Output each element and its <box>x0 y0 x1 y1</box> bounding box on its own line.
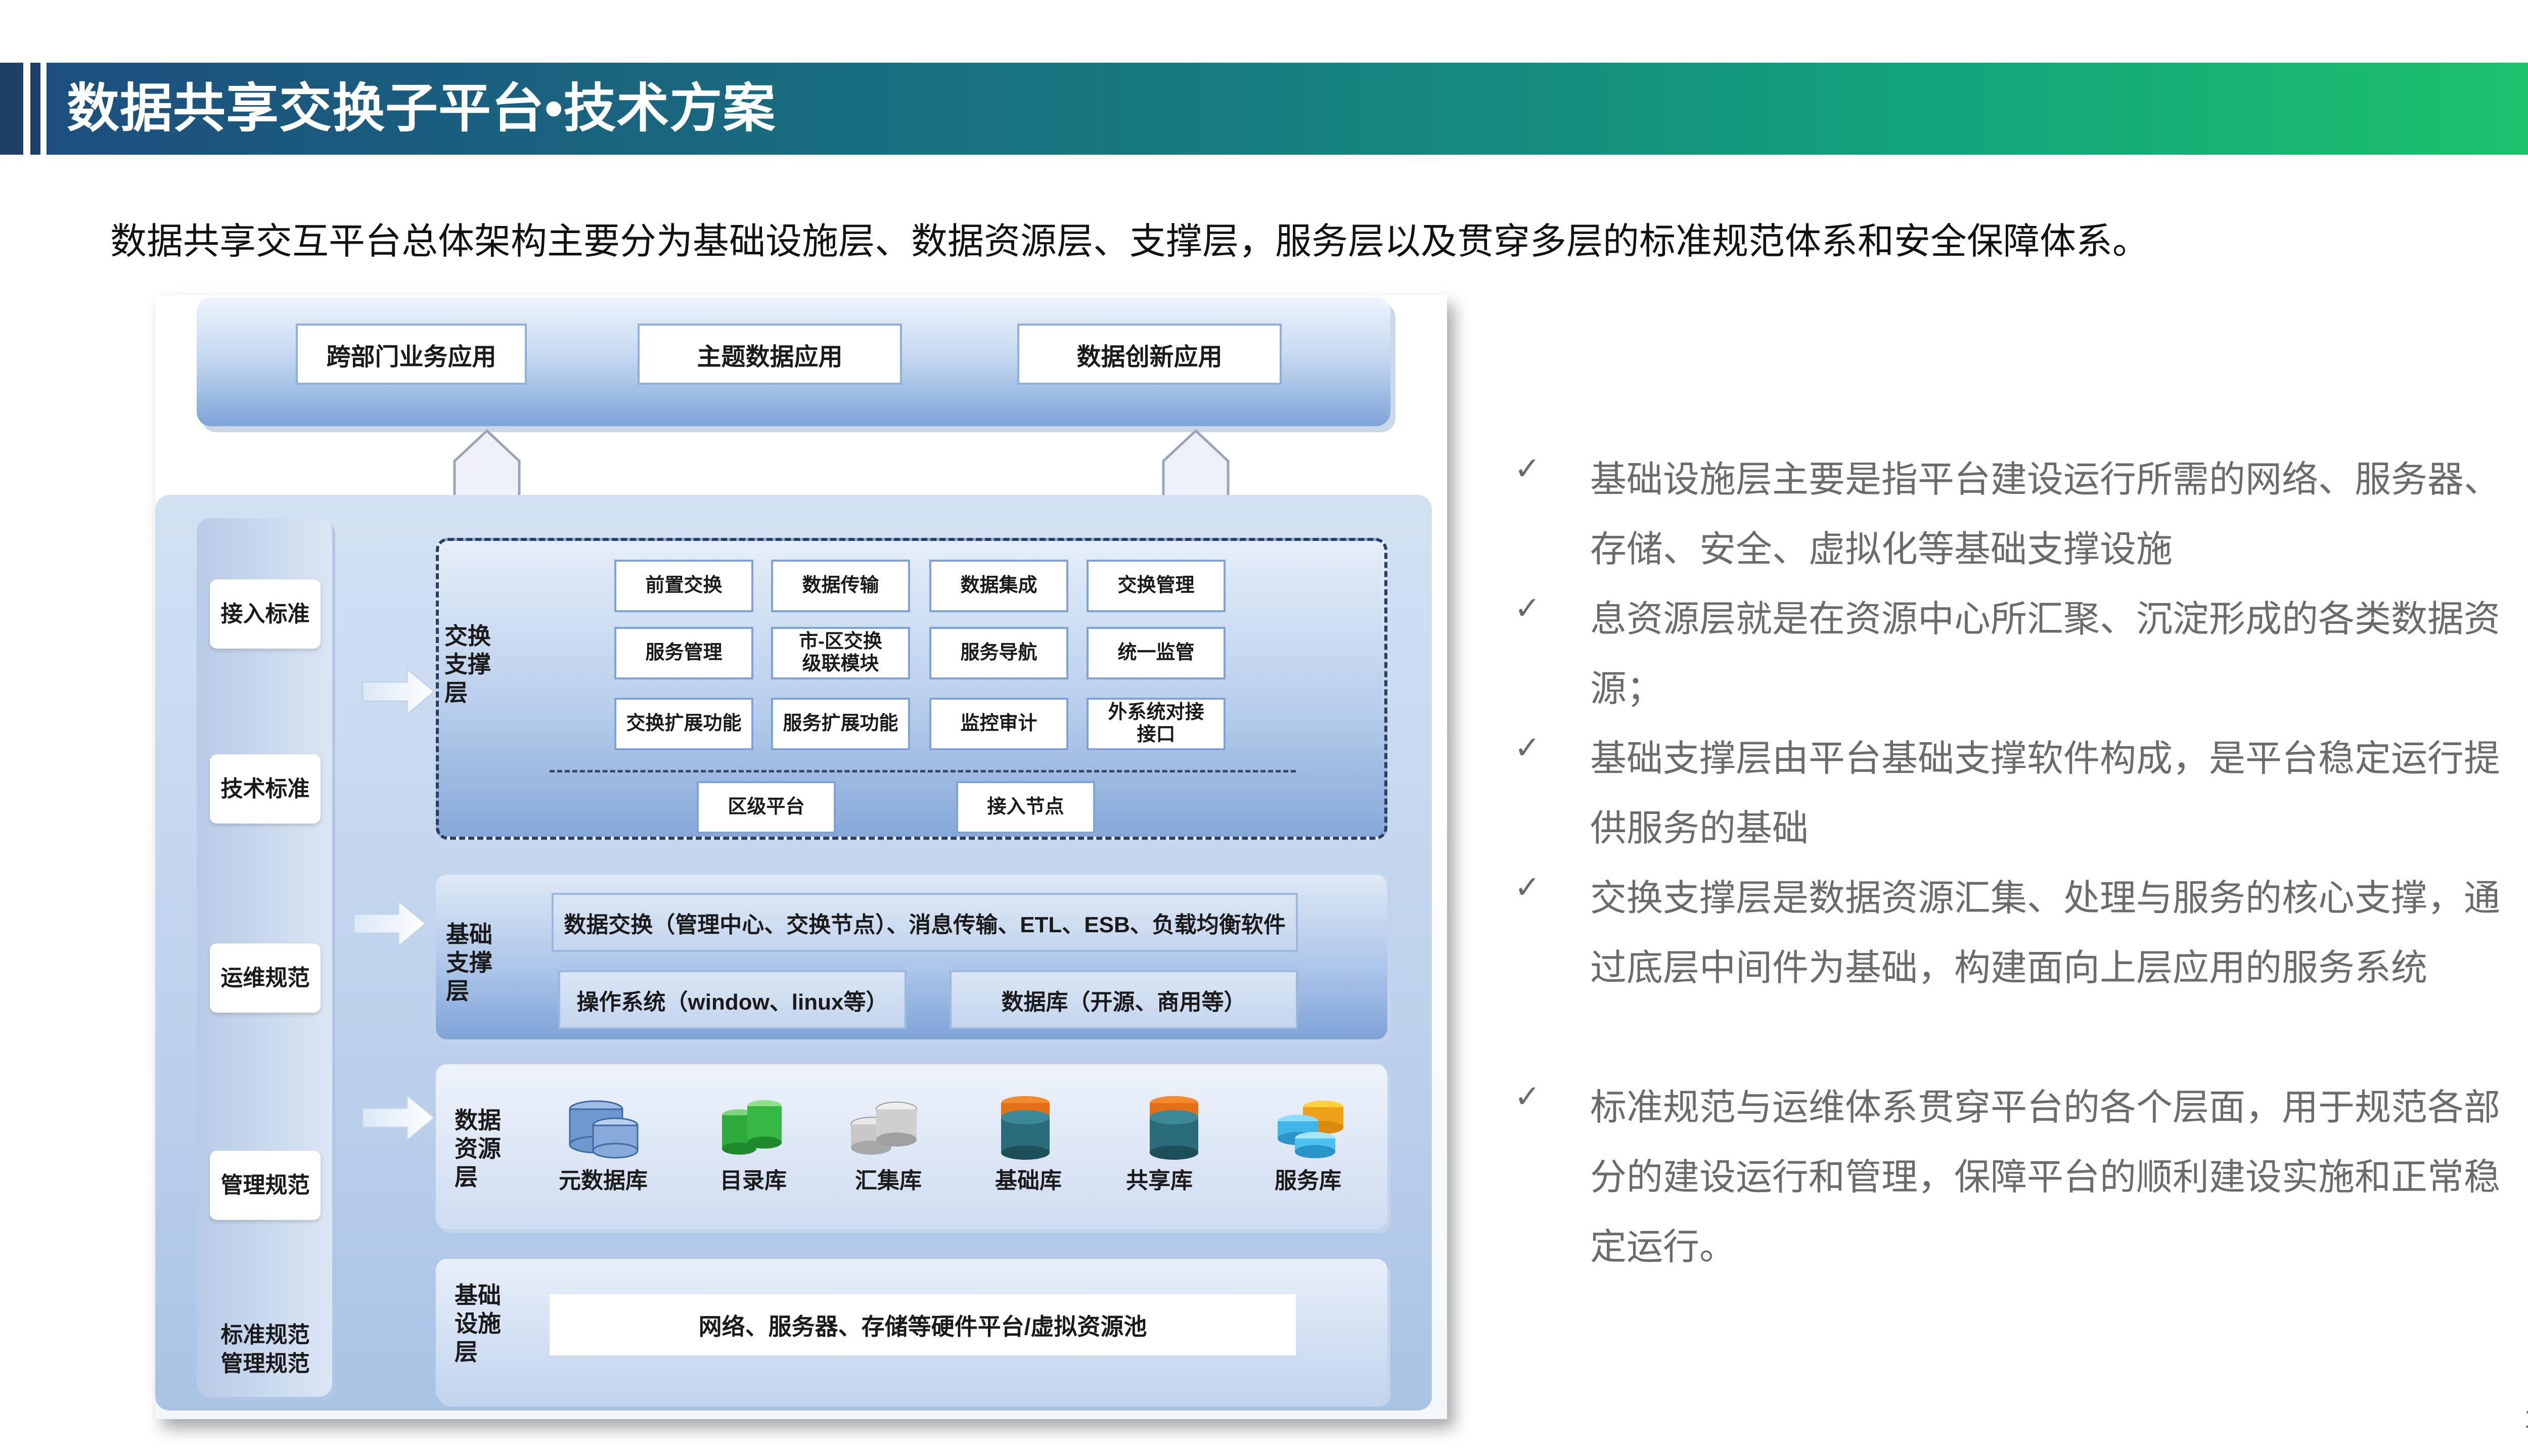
standard-management: 管理规范 <box>210 1151 321 1220</box>
module-box: 交换管理 <box>1087 560 1226 612</box>
middleware-box: 数据交换（管理中心、交换节点）、消息传输、ETL、ESB、负载均衡软件 <box>552 893 1298 952</box>
bullet-text: 基础支撑层由平台基础支撑软件构成，是平台稳定运行提供服务的基础 <box>1590 739 2501 849</box>
title-band: 数据共享交换子平台•技术方案 <box>47 63 2528 155</box>
module-box: 外系统对接 接口 <box>1087 698 1226 750</box>
bullet-text: 标准规范与运维体系贯穿平台的各个层面，用于规范各部分的建设运行和管理，保障平台的… <box>1590 1087 2501 1267</box>
module-box: 监控审计 <box>929 698 1068 750</box>
intro-text: 数据共享交互平台总体架构主要分为基础设施层、数据资源层、支撑层，服务层以及贯穿多… <box>110 221 2149 262</box>
hardware-platform-box: 网络、服务器、存储等硬件平台/虚拟资源池 <box>550 1294 1296 1355</box>
standard-operations: 运维规范 <box>210 943 321 1013</box>
database-cluster-icon <box>850 1102 917 1155</box>
module-box: 服务导航 <box>929 627 1068 679</box>
title-accent-bar <box>0 63 23 155</box>
database-stack-icon <box>569 1100 639 1159</box>
up-arrow-icon <box>1162 429 1230 503</box>
title-bar: 数据共享交换子平台•技术方案 <box>0 63 2528 155</box>
module-box: 市-区交换 级联模块 <box>771 627 910 679</box>
checkmark-icon: ✓ <box>1514 870 1541 905</box>
infrastructure-layer-label: 基础 设施 层 <box>455 1282 501 1366</box>
right-arrow-icon <box>353 899 427 948</box>
database-cylinder-icon <box>1001 1096 1050 1160</box>
module-box: 服务扩展功能 <box>771 698 910 750</box>
standard-management-norms: 标准规范 管理规范 <box>220 1322 310 1376</box>
data-resource-layer-label: 数据 资源 层 <box>455 1107 501 1191</box>
bullet-text: 交换支撑层是数据资源汇集、处理与服务的核心支撑，通过底层中间件为基础，构建面向上… <box>1590 878 2501 988</box>
right-arrow-icon <box>362 1093 436 1143</box>
dashed-separator <box>550 770 1296 772</box>
database-cluster-icon <box>722 1100 782 1155</box>
app-box-data-innovation: 数据创新应用 <box>1017 324 1282 385</box>
repository-label: 服务库 <box>1275 1168 1341 1193</box>
standard-access: 接入标准 <box>210 579 321 649</box>
base-support-layer-label: 基础 支撑 层 <box>446 921 492 1005</box>
up-arrow-icon <box>453 429 521 503</box>
module-box: 统一监管 <box>1087 627 1226 679</box>
os-box: 操作系统（window、linux等） <box>558 970 907 1029</box>
database-box: 数据库（开源、商用等） <box>950 970 1298 1029</box>
module-box: 服务管理 <box>614 627 753 679</box>
checkmark-icon: ✓ <box>1514 591 1541 626</box>
node-box-access-node: 接入节点 <box>956 781 1095 834</box>
repository-label: 汇集库 <box>855 1168 922 1193</box>
module-box: 交换扩展功能 <box>614 698 753 750</box>
repository-label: 基础库 <box>995 1168 1062 1193</box>
database-coins-icon <box>1278 1101 1343 1158</box>
repository-label: 目录库 <box>720 1168 787 1193</box>
module-box: 数据集成 <box>929 560 1068 612</box>
checkmark-icon: ✓ <box>1514 1079 1541 1114</box>
module-box: 数据传输 <box>771 560 910 612</box>
repository-label: 共享库 <box>1126 1168 1193 1193</box>
checkmark-icon: ✓ <box>1514 731 1541 765</box>
repository-label: 元数据库 <box>559 1168 648 1193</box>
title-accent-bar <box>30 63 40 155</box>
app-box-cross-department: 跨部门业务应用 <box>296 324 527 385</box>
checkmark-icon: ✓ <box>1514 451 1541 486</box>
exchange-support-layer <box>436 538 1387 840</box>
standard-technical: 技术标准 <box>210 754 321 824</box>
node-box-district-platform: 区级平台 <box>697 781 836 834</box>
architecture-diagram: 跨部门业务应用 主题数据应用 数据创新应用 接入标准 技术标准 运维规范 管理规… <box>155 295 1447 1419</box>
bullet-text: 息资源层就是在资源中心所汇聚、沉淀形成的各类数据资源； <box>1590 599 2501 709</box>
bullet-text: 基础设施层主要是指平台建设运行所需的网络、服务器、存储、安全、虚拟化等基础支撑设… <box>1590 460 2501 570</box>
database-cylinder-icon <box>1150 1096 1198 1160</box>
app-box-topic-data: 主题数据应用 <box>638 324 902 385</box>
module-box: 前置交换 <box>614 560 753 612</box>
slide-title: 数据共享交换子平台•技术方案 <box>67 79 776 138</box>
right-arrow-icon <box>362 667 436 716</box>
exchange-layer-label: 交换 支撑 层 <box>444 623 491 706</box>
page-number: 15 <box>2524 1401 2528 1434</box>
